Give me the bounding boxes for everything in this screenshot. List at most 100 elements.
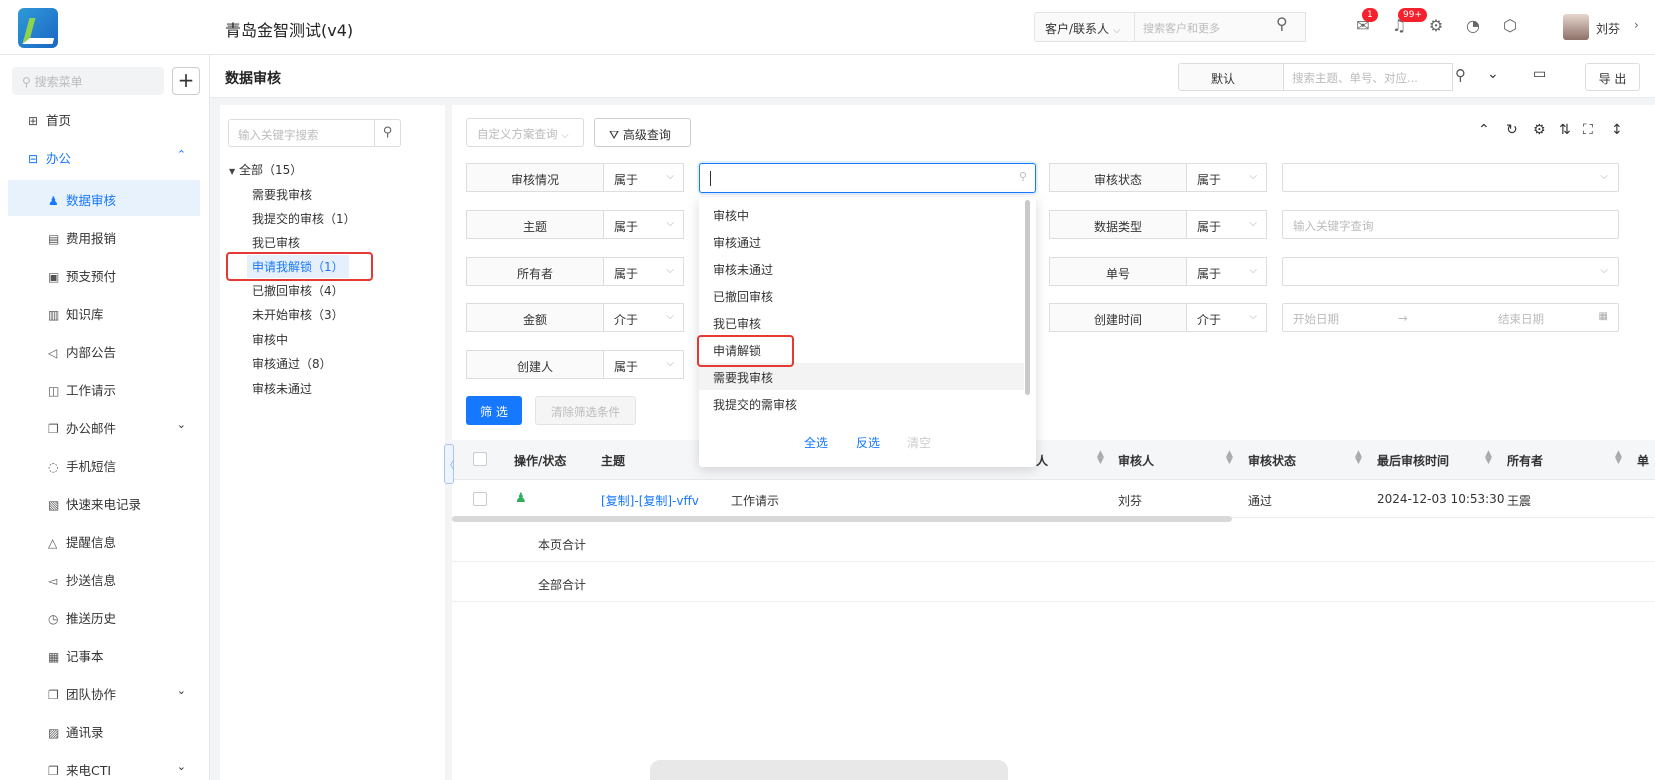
layout-icon[interactable]: ▭ [1533, 66, 1546, 82]
review-situation-input[interactable]: ⚲ [699, 163, 1036, 193]
sidebar-item-knowledge[interactable]: ▥ 知识库 [8, 294, 200, 330]
bell-icon[interactable]: ♫ 99+ [1388, 8, 1427, 38]
row-subject-link[interactable]: [复制]-[复制]-vffv [601, 492, 699, 509]
column-header[interactable]: 单 [1637, 452, 1649, 469]
sidebar-item-request[interactable]: ◫ 工作请示 [8, 370, 200, 406]
settings-icon[interactable]: ⚙ [1425, 16, 1447, 38]
sidebar-item-cti[interactable]: ❐ 来电CTI ⌄ [8, 750, 200, 780]
cube-icon[interactable]: ⬡ [1499, 16, 1521, 38]
filter-op-select[interactable]: 属于 ⌵ [1187, 210, 1267, 239]
column-header[interactable]: 审核状态 [1248, 452, 1296, 469]
search-icon[interactable]: ⚲ [1276, 14, 1288, 33]
column-header[interactable]: 最后审核时间 [1377, 452, 1449, 469]
sort-icon[interactable]: ▲ ▼ [1355, 450, 1362, 466]
app-logo[interactable] [18, 8, 58, 48]
avatar[interactable] [1563, 14, 1589, 40]
user-name[interactable]: 刘芬 [1596, 20, 1620, 37]
fullscreen-icon[interactable]: ⛶ [1583, 122, 1593, 138]
chevron-down-icon[interactable]: ⌄ [1487, 66, 1499, 82]
sidebar-item-contacts[interactable]: ▨ 通讯录 [8, 712, 200, 748]
dropdown-option[interactable]: 审核中 [699, 201, 1024, 228]
sidebar-item-expense[interactable]: ▤ 费用报销 [8, 218, 200, 254]
filter-button[interactable]: 筛 选 [466, 396, 522, 425]
dropdown-option[interactable]: 需要我审核 [699, 363, 1024, 390]
sidebar-item-reminder[interactable]: △ 提醒信息 [8, 522, 200, 558]
sidebar-item-sms[interactable]: ◌ 手机短信 [8, 446, 200, 482]
sort-icon[interactable]: ▲ ▼ [1097, 450, 1104, 466]
column-header[interactable]: 审核人 [1118, 452, 1154, 469]
invert-selection-link[interactable]: 反选 [856, 434, 880, 451]
sidebar-item-cc[interactable]: ◅ 抄送信息 [8, 560, 200, 596]
select-all-checkbox[interactable] [473, 452, 487, 466]
search-icon[interactable]: ⚲ [1455, 66, 1466, 84]
filter-op-select[interactable]: 属于 ⌵ [604, 210, 684, 239]
column-header[interactable]: 人 [1036, 452, 1048, 469]
tree-item-rejected[interactable]: 审核未通过 [252, 380, 312, 397]
filter-op-select[interactable]: 属于 ⌵ [1187, 163, 1267, 192]
user-status-icon[interactable]: ♟ [515, 491, 527, 506]
main-search-input[interactable]: 搜索主题、单号、对应... [1283, 63, 1453, 91]
sidebar-item-office[interactable]: ⊟ 办公 ⌃ [8, 138, 200, 174]
date-range-picker[interactable]: 开始日期 → 结束日期 ▦ [1282, 303, 1619, 332]
filter-op-select[interactable]: 属于 ⌵ [604, 257, 684, 286]
view-select[interactable]: 默认 [1178, 63, 1283, 91]
sidebar-item-home[interactable]: ⊞ 首页 [8, 100, 200, 136]
tree-item-approved[interactable]: 审核通过（8） [252, 355, 332, 372]
date-start[interactable]: 开始日期 [1293, 312, 1339, 326]
tree-item-reviewed[interactable]: 我已审核 [252, 234, 300, 251]
filter-op-select[interactable]: 属于 ⌵ [1187, 257, 1267, 286]
refresh-icon[interactable]: ↻ [1506, 122, 1518, 138]
chevron-down-icon[interactable]: › [1634, 18, 1639, 32]
search-icon[interactable]: ⚲ [374, 119, 401, 147]
collapse-panel-handle[interactable]: 〈 [444, 444, 454, 484]
tree-item-withdrawn[interactable]: 已撤回审核（4） [252, 282, 344, 299]
filter-value-select[interactable]: ⌵ [1282, 163, 1619, 192]
sidebar-item-data-review[interactable]: ♟ 数据审核 [8, 180, 200, 216]
tree-item-my-submitted[interactable]: 我提交的审核（1） [252, 210, 356, 227]
task-icon[interactable]: ✉ 1 [1352, 8, 1378, 38]
filter-op-select[interactable]: 介于 ⌵ [604, 303, 684, 332]
settings-icon[interactable]: ⚙ [1533, 122, 1546, 138]
sidebar-item-notice[interactable]: ◁ 内部公告 [8, 332, 200, 368]
clear-selection-link[interactable]: 清空 [907, 434, 931, 451]
dropdown-option[interactable]: 审核通过 [699, 228, 1024, 255]
tree-item-not-started[interactable]: 未开始审核（3） [252, 306, 344, 323]
sidebar-item-push-history[interactable]: ◷ 推送历史 [8, 598, 200, 634]
select-all-link[interactable]: 全选 [804, 434, 828, 451]
sort-icon[interactable]: ▲ ▼ [1615, 450, 1622, 466]
clear-filter-button[interactable]: 清除筛选条件 [535, 396, 636, 425]
dropdown-option[interactable]: 审核未通过 [699, 255, 1024, 282]
chart-icon[interactable]: ◔ [1462, 16, 1484, 38]
menu-search-input[interactable]: ⚲ 搜索菜单 [12, 67, 164, 95]
column-header[interactable]: 主题 [601, 452, 625, 469]
add-menu-button[interactable]: + [172, 67, 200, 95]
sidebar-item-notebook[interactable]: ▦ 记事本 [8, 636, 200, 672]
column-header[interactable]: 所有者 [1507, 452, 1543, 469]
filter-op-select[interactable]: 介于 ⌵ [1187, 303, 1267, 332]
search-scope-select[interactable]: 客户/联系人 ⌵ [1034, 12, 1134, 42]
filter-value-select[interactable]: ⌵ [1282, 257, 1619, 286]
dropdown-option[interactable]: 我已审核 [699, 309, 1024, 336]
dropdown-scrollbar[interactable] [1025, 200, 1030, 395]
tree-item-need-review[interactable]: 需要我审核 [252, 186, 312, 203]
sidebar-item-advance[interactable]: ▣ 预支预付 [8, 256, 200, 292]
sort-icon[interactable]: ▲ ▼ [1485, 450, 1492, 466]
dropdown-option[interactable]: 已撤回审核 [699, 282, 1024, 309]
sort-icon[interactable]: ⇅ [1559, 122, 1571, 138]
row-height-icon[interactable]: ↕ [1611, 122, 1623, 138]
export-button[interactable]: 导 出 [1585, 63, 1640, 91]
date-end[interactable]: 结束日期 [1498, 311, 1544, 327]
sidebar-item-call-log[interactable]: ▧ 快速来电记录 [8, 484, 200, 520]
sort-icon[interactable]: ▲ ▼ [1226, 450, 1233, 466]
filter-op-select[interactable]: 属于 ⌵ [604, 350, 684, 379]
filter-value-input[interactable]: 输入关键字查询 [1282, 210, 1619, 239]
tree-item-in-review[interactable]: 审核中 [252, 331, 288, 348]
tree-search-input[interactable]: 输入关键字搜索 [228, 119, 374, 147]
collapse-up-icon[interactable]: ⌃ [1478, 122, 1490, 138]
sidebar-item-mail[interactable]: ❐ 办公邮件 ⌄ [8, 408, 200, 444]
tree-root[interactable]: ▼ 全部（15） [229, 161, 302, 178]
scheme-select[interactable]: 自定义方案查询 ⌵ [466, 118, 584, 147]
sidebar-item-team[interactable]: ❐ 团队协作 ⌄ [8, 674, 200, 710]
dropdown-option[interactable]: 我提交的需审核 [699, 390, 1024, 417]
advanced-query-button[interactable]: ⛛ 高级查询 [594, 118, 691, 147]
